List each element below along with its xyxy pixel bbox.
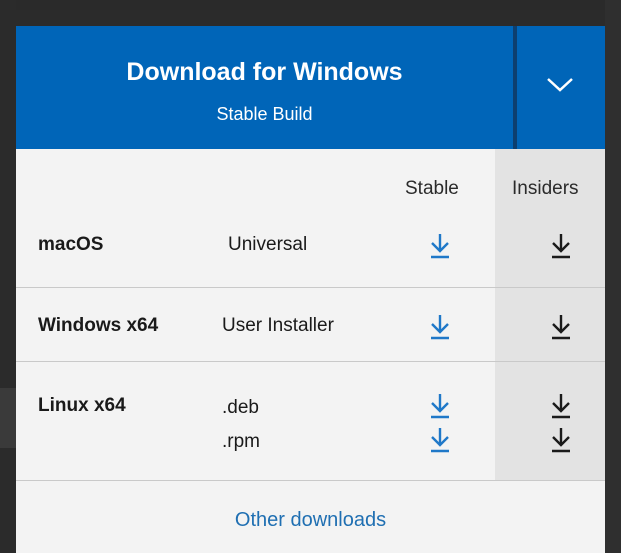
column-header-insiders: Insiders (512, 178, 579, 199)
download-arrow-icon (431, 394, 449, 419)
download-button-title: Download for Windows (126, 58, 403, 86)
column-header-stable: Stable (405, 178, 459, 199)
download-arrow-icon (552, 428, 570, 453)
download-arrow-icon (552, 234, 570, 259)
insiders-download-windows[interactable] (549, 313, 573, 341)
download-button-subtitle: Stable Build (216, 104, 313, 124)
download-arrow-icon (431, 315, 449, 340)
variant-label: Universal (228, 234, 308, 255)
os-label-linux-x64: Linux x64 (38, 395, 126, 416)
row-divider (16, 361, 605, 362)
variant-label: User Installer (222, 315, 334, 336)
stable-download-macos[interactable] (428, 232, 452, 260)
insiders-download-linux-deb[interactable] (549, 392, 573, 420)
backdrop-top (0, 0, 621, 10)
backdrop-left (0, 0, 16, 553)
backdrop-right (605, 0, 621, 553)
stable-download-windows[interactable] (428, 313, 452, 341)
download-arrow-icon (552, 315, 570, 340)
insiders-download-linux-rpm[interactable] (549, 426, 573, 454)
variant-label-deb: .deb (222, 397, 259, 418)
row-divider (16, 287, 605, 288)
os-label-macos: macOS (38, 234, 104, 255)
other-downloads-link[interactable]: Other downloads (16, 509, 605, 532)
download-arrow-icon (552, 394, 570, 419)
backdrop-left-accent (0, 388, 16, 448)
stable-download-linux-deb[interactable] (428, 392, 452, 420)
variant-label-rpm: .rpm (222, 431, 260, 452)
row-divider (16, 480, 605, 481)
insiders-download-macos[interactable] (549, 232, 573, 260)
stable-download-linux-rpm[interactable] (428, 426, 452, 454)
chevron-down-icon (547, 78, 573, 92)
os-label-windows-x64: Windows x64 (38, 315, 159, 336)
download-arrow-icon (431, 234, 449, 259)
download-arrow-icon (431, 428, 449, 453)
download-windows-button[interactable]: Download for Windows Stable Build (16, 26, 513, 149)
download-options-dropdown[interactable] (517, 26, 605, 149)
